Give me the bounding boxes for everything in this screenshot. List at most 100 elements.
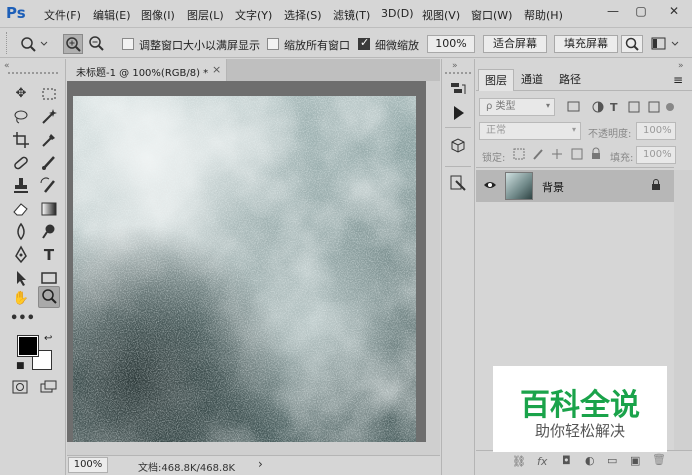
history-brush-icon[interactable]	[38, 175, 60, 197]
toolbar-grip[interactable]	[8, 72, 58, 74]
blend-mode-select[interactable]: 正常	[479, 122, 581, 140]
swap-colors-icon[interactable]: ↩	[44, 333, 52, 344]
layer-filter-kind-select[interactable]: ρ 类型	[479, 98, 555, 116]
layer-mask-icon[interactable]: ◘	[562, 454, 571, 467]
close-window-button[interactable]: ✕	[656, 0, 692, 22]
eye-icon[interactable]	[483, 179, 497, 191]
vertical-scrollbar[interactable]	[426, 81, 440, 455]
lock-icons[interactable]	[512, 147, 604, 161]
mid-panel-divider	[445, 127, 471, 128]
actions-play-icon[interactable]	[444, 103, 472, 125]
menu-help[interactable]: 帮助(H)	[524, 7, 563, 23]
new-layer-icon[interactable]: ▣	[630, 454, 640, 467]
image-canvas[interactable]	[73, 96, 416, 442]
fit-screen-button[interactable]: 适合屏幕	[483, 35, 547, 53]
menu-3d[interactable]: 3D(D)	[381, 7, 414, 20]
tab-layers[interactable]: 图层	[478, 69, 514, 91]
horizontal-scrollbar[interactable]	[67, 442, 426, 455]
zoom-all-label: 缩放所有窗口	[284, 39, 350, 52]
layer-style-icon[interactable]: fx	[537, 455, 547, 468]
layer-name[interactable]: 背景	[542, 179, 564, 195]
menu-window[interactable]: 窗口(W)	[471, 7, 512, 23]
layer-lock-icon	[651, 179, 661, 190]
link-layers-icon[interactable]: ⛓	[512, 455, 526, 468]
healing-brush-icon[interactable]	[10, 152, 32, 174]
document-tab-strip	[227, 59, 440, 81]
photoshop-logo: Ps	[6, 4, 26, 22]
filter-kind-chevron-icon: ▾	[546, 101, 551, 110]
menu-layer[interactable]: 图层(L)	[187, 7, 224, 23]
foreground-color-swatch[interactable]	[17, 335, 39, 357]
options-grip[interactable]	[6, 32, 9, 54]
clone-stamp-icon[interactable]	[10, 175, 32, 197]
resize-windows-label: 调整窗口大小以满屏显示	[139, 39, 260, 52]
eraser-tool-icon[interactable]	[10, 198, 32, 220]
menu-view[interactable]: 视图(V)	[422, 7, 460, 23]
minimize-button[interactable]: —	[600, 0, 626, 22]
zoom-all-checkbox[interactable]	[267, 38, 279, 50]
magic-wand-icon[interactable]	[38, 106, 60, 128]
blend-mode-chevron-icon: ▾	[572, 125, 577, 134]
lasso-tool-icon[interactable]	[10, 106, 32, 128]
menu-file[interactable]: 文件(F)	[44, 7, 81, 23]
properties-panel-icon[interactable]	[444, 173, 472, 195]
layer-filter-icons[interactable]: T	[566, 100, 676, 114]
menu-edit[interactable]: 编辑(E)	[93, 7, 131, 23]
close-document-icon[interactable]: ×	[212, 63, 221, 76]
scrubby-zoom-label: 细微缩放	[375, 39, 419, 52]
fill-screen-button[interactable]: 填充屏幕	[554, 35, 618, 53]
adjustment-layer-icon[interactable]: ◐	[585, 454, 595, 467]
brush-tool-icon[interactable]	[38, 152, 60, 174]
tab-paths[interactable]: 路径	[553, 69, 587, 91]
fill-field[interactable]: 100%	[636, 146, 676, 164]
type-tool-icon[interactable]: T	[38, 244, 60, 266]
move-tool-icon[interactable]: ✥	[10, 83, 32, 105]
new-group-icon[interactable]: ▭	[607, 454, 617, 467]
zoom-tool-preset-icon[interactable]	[18, 34, 48, 54]
layers-list-divider	[476, 167, 674, 168]
path-selection-icon[interactable]	[10, 267, 32, 289]
menu-image[interactable]: 图像(I)	[141, 7, 175, 23]
pen-tool-icon[interactable]	[10, 244, 32, 266]
eyedropper-icon[interactable]	[38, 129, 60, 151]
workspace-switcher-icon[interactable]	[650, 36, 684, 52]
restore-button[interactable]: ▢	[628, 0, 654, 22]
marquee-tool-icon[interactable]	[38, 83, 60, 105]
layers-panel-menu-icon[interactable]: ≡	[673, 73, 683, 87]
watermark-title: 百科全说	[520, 388, 640, 423]
3d-panel-icon[interactable]	[444, 136, 472, 158]
mid-panel-grip[interactable]	[445, 72, 471, 74]
opacity-field[interactable]: 100%	[636, 122, 676, 140]
screen-mode-icon[interactable]	[40, 380, 58, 394]
history-panel-icon[interactable]	[444, 80, 472, 102]
layer-thumbnail[interactable]	[505, 172, 533, 200]
blur-tool-icon[interactable]	[10, 221, 32, 243]
tab-channels[interactable]: 通道	[515, 69, 549, 91]
search-icon[interactable]	[621, 35, 643, 53]
menu-filter[interactable]: 滤镜(T)	[333, 7, 370, 23]
hand-tool-icon[interactable]: ✋	[10, 288, 32, 310]
menu-type[interactable]: 文字(Y)	[235, 7, 272, 23]
status-zoom-field[interactable]: 100%	[68, 457, 108, 473]
status-menu-arrow-icon[interactable]: ›	[258, 457, 263, 471]
scrubby-zoom-checkbox[interactable]	[358, 36, 370, 50]
status-bar	[67, 455, 440, 475]
zoom-out-icon[interactable]	[87, 34, 107, 54]
toolbar-collapse-icon[interactable]: «	[4, 61, 10, 71]
document-size-info[interactable]: 文档:468.8K/468.8K	[138, 459, 235, 474]
dodge-tool-icon[interactable]	[38, 221, 60, 243]
opacity-label: 不透明度:	[588, 129, 632, 140]
delete-layer-icon[interactable]: 🗑	[652, 453, 666, 466]
default-colors-icon[interactable]: ■	[16, 361, 25, 371]
edit-toolbar-icon[interactable]: •••	[10, 308, 35, 330]
crop-tool-icon[interactable]	[10, 129, 32, 151]
zoom-tool-icon[interactable]	[38, 286, 60, 308]
zoom-in-icon[interactable]	[63, 34, 83, 54]
menu-select[interactable]: 选择(S)	[284, 7, 322, 23]
gradient-tool-icon[interactable]	[38, 198, 60, 220]
mid-panel-collapse-icon[interactable]: »	[452, 61, 458, 71]
quick-mask-icon[interactable]	[12, 380, 28, 394]
zoom-value-field[interactable]: 100%	[427, 35, 475, 53]
resize-windows-checkbox[interactable]	[122, 38, 134, 50]
layers-scrollbar[interactable]	[674, 170, 692, 450]
